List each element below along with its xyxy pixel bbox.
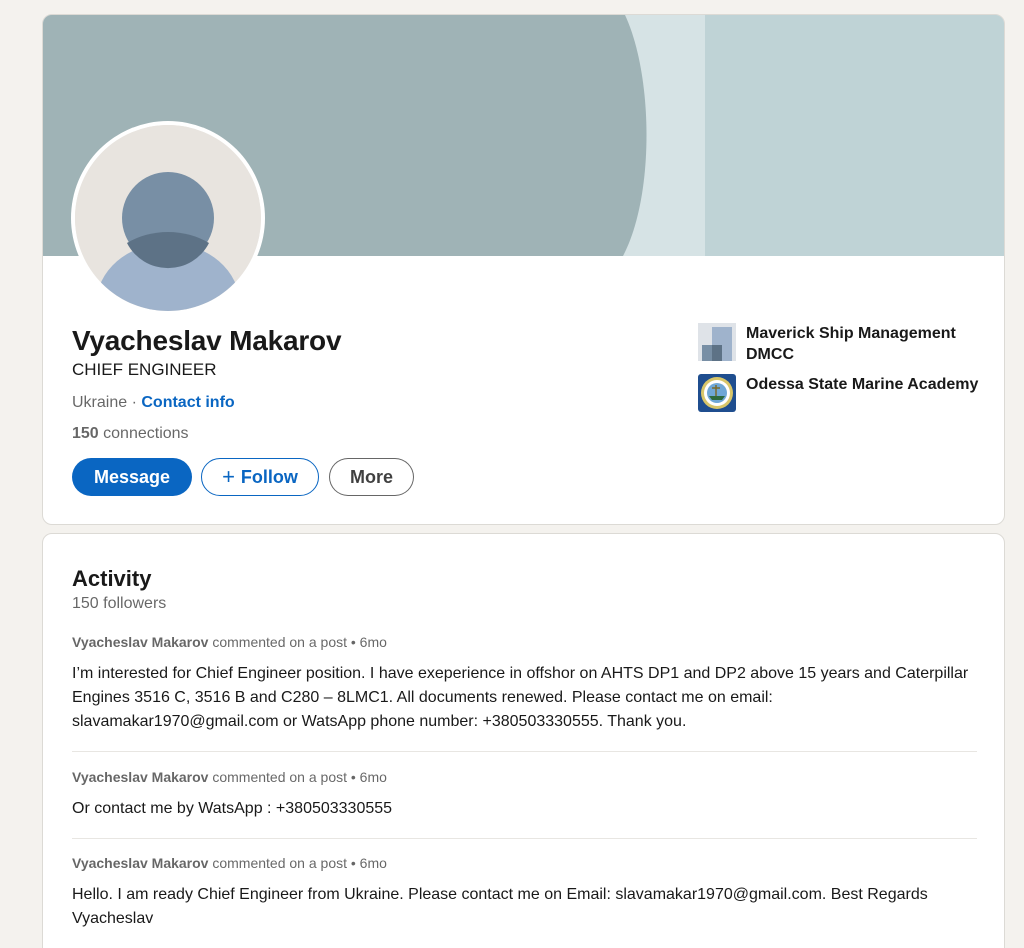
post-author: Vyacheslav Makarov — [72, 634, 209, 650]
org-item-maverick[interactable]: Maverick Ship Management DMCC — [698, 323, 988, 365]
post-text: Or contact me by WatsApp : +380503330555 — [72, 800, 393, 817]
post-action: commented on a post • 6mo — [208, 634, 387, 650]
post-meta: Vyacheslav Makarov commented on a post •… — [72, 634, 977, 650]
connections-count[interactable]: 150 connections — [72, 425, 189, 443]
post-divider — [72, 838, 977, 839]
plus-icon: + — [222, 464, 235, 489]
connections-number: 150 — [72, 425, 99, 442]
profile-location: Ukraine — [72, 394, 128, 411]
follow-button[interactable]: + Follow — [201, 458, 319, 496]
post-meta: Vyacheslav Makarov commented on a post •… — [72, 855, 977, 871]
post-action: commented on a post • 6mo — [208, 769, 387, 785]
contact-info-link[interactable]: Contact info — [141, 394, 234, 411]
org-name: Maverick Ship Management DMCC — [746, 325, 956, 363]
org-item-odessa-academy[interactable]: Odessa State Marine Academy — [698, 374, 988, 412]
post-text: Hello. I am ready Chief Engineer from Uk… — [72, 886, 928, 927]
activity-post[interactable]: Vyacheslav Makarov commented on a post •… — [72, 769, 977, 821]
profile-name: Vyacheslav Makarov — [72, 325, 342, 356]
company-logo-icon — [698, 323, 736, 361]
location-row: Ukraine · Contact info — [72, 394, 235, 412]
activity-post[interactable]: Vyacheslav Makarov commented on a post •… — [72, 855, 977, 931]
academy-seal-icon — [698, 374, 736, 412]
post-meta: Vyacheslav Makarov commented on a post •… — [72, 769, 977, 785]
post-action: commented on a post • 6mo — [208, 855, 387, 871]
profile-headline: CHIEF ENGINEER — [72, 360, 217, 379]
followers-count[interactable]: 150 followers — [72, 595, 166, 613]
post-author: Vyacheslav Makarov — [72, 855, 209, 871]
follow-label: Follow — [240, 466, 298, 487]
connections-label: connections — [98, 425, 189, 442]
activity-post[interactable]: Vyacheslav Makarov commented on a post •… — [72, 634, 977, 734]
activity-card: Activity 150 followers Vyacheslav Makaro… — [42, 533, 1005, 948]
message-button[interactable]: Message — [72, 458, 192, 496]
profile-avatar[interactable] — [71, 121, 265, 315]
location-separator: · — [127, 394, 142, 411]
person-placeholder-icon — [75, 125, 261, 311]
post-divider — [72, 751, 977, 752]
post-text: I’m interested for Chief Engineer positi… — [72, 665, 969, 730]
more-button[interactable]: More — [329, 458, 414, 496]
org-name: Odessa State Marine Academy — [746, 376, 979, 393]
activity-title: Activity — [72, 566, 152, 591]
post-author: Vyacheslav Makarov — [72, 769, 209, 785]
profile-card: Vyacheslav Makarov CHIEF ENGINEER Ukrain… — [42, 14, 1005, 525]
